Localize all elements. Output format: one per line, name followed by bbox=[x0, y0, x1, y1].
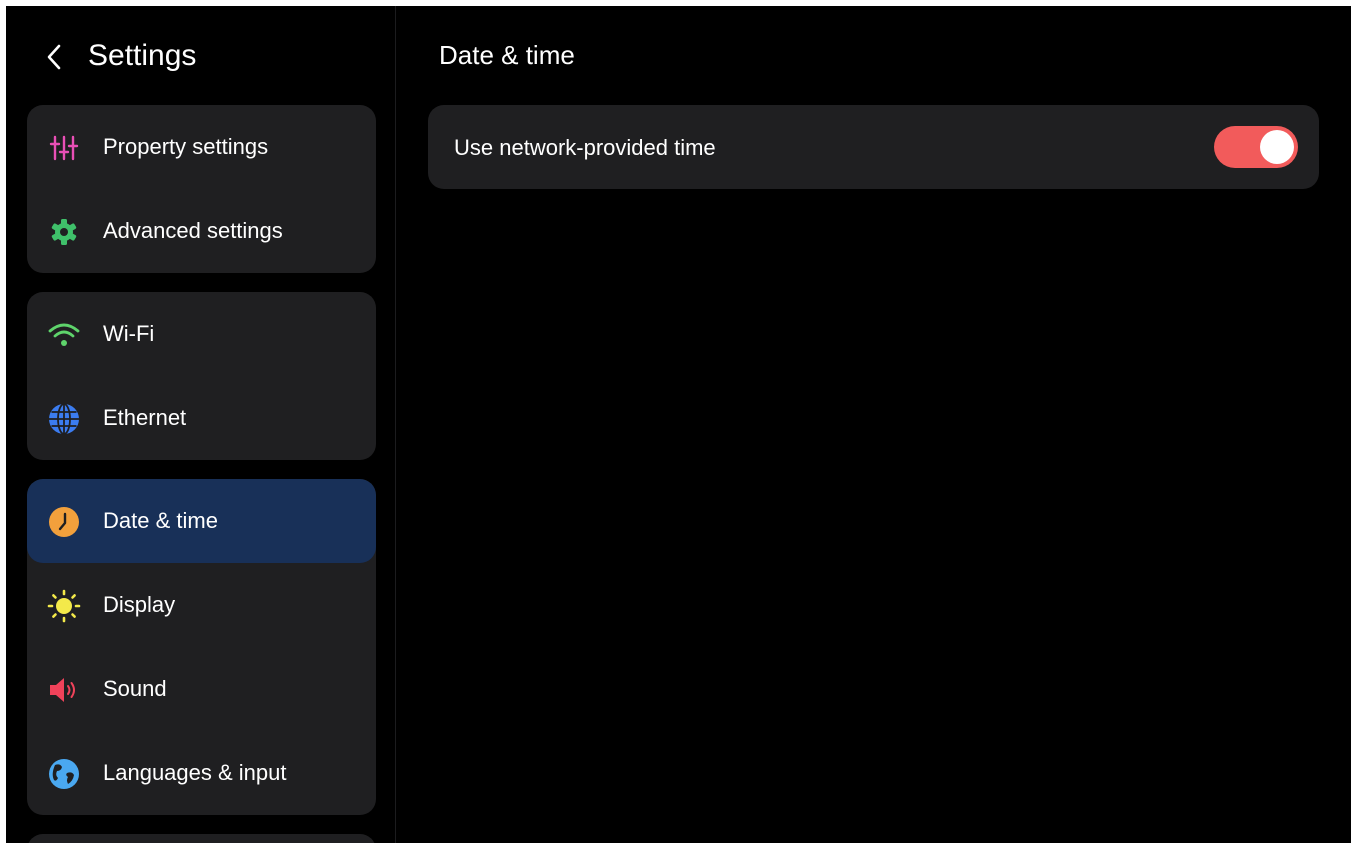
sidebar-item-label: Ethernet bbox=[103, 405, 187, 430]
sidebar-item-wifi[interactable]: Wi-Fi bbox=[27, 292, 376, 376]
sidebar-item-label: Sound bbox=[103, 676, 167, 701]
sidebar-item-label: Advanced settings bbox=[103, 218, 283, 243]
earth-icon bbox=[47, 757, 81, 791]
network-time-toggle[interactable] bbox=[1214, 126, 1298, 168]
sidebar-header: Settings bbox=[6, 6, 395, 102]
sidebar-item-ethernet[interactable]: Ethernet bbox=[27, 376, 376, 460]
sidebar-item-label: Languages & input bbox=[103, 760, 287, 785]
globe-icon bbox=[47, 402, 81, 436]
sidebar-item-date-time[interactable]: Date & time bbox=[27, 479, 376, 563]
sidebar-group-more bbox=[27, 834, 376, 843]
sidebar-item-label: Wi-Fi bbox=[103, 321, 155, 346]
sidebar-item-label: Property settings bbox=[103, 134, 269, 159]
wifi-icon bbox=[47, 318, 81, 352]
sidebar-group-device: Date & time Display Sound Languages & in… bbox=[27, 479, 376, 815]
toggle-knob bbox=[1260, 130, 1294, 164]
back-button[interactable] bbox=[34, 36, 74, 76]
sliders-icon bbox=[47, 131, 81, 165]
setting-network-time[interactable]: Use network-provided time bbox=[428, 105, 1319, 189]
sidebar-item-label: Display bbox=[103, 592, 176, 617]
page-title: Settings bbox=[88, 39, 197, 72]
section-title: Date & time bbox=[439, 40, 575, 70]
sidebar-item-languages-input[interactable]: Languages & input bbox=[27, 731, 376, 815]
gear-icon bbox=[47, 215, 81, 249]
sidebar-group-network: Wi-Fi Ethernet bbox=[27, 292, 376, 460]
settings-screen: Settings Property settings Advanced sett… bbox=[6, 6, 1351, 843]
sun-icon bbox=[47, 589, 81, 623]
setting-label: Use network-provided time bbox=[454, 135, 716, 160]
sidebar-item-property-settings[interactable]: Property settings bbox=[27, 105, 376, 189]
sidebar-item-label: Date & time bbox=[103, 508, 218, 533]
speaker-icon bbox=[47, 673, 81, 707]
sidebar-item-advanced-settings[interactable]: Advanced settings bbox=[27, 189, 376, 273]
chevron-left-icon bbox=[47, 44, 61, 70]
panel-divider bbox=[395, 6, 396, 843]
sidebar-group-system: Property settings Advanced settings bbox=[27, 105, 376, 273]
clock-icon bbox=[47, 505, 81, 539]
sidebar-item-display[interactable]: Display bbox=[27, 563, 376, 647]
settings-sidebar: Settings Property settings Advanced sett… bbox=[6, 6, 395, 843]
sidebar-item-sound[interactable]: Sound bbox=[27, 647, 376, 731]
